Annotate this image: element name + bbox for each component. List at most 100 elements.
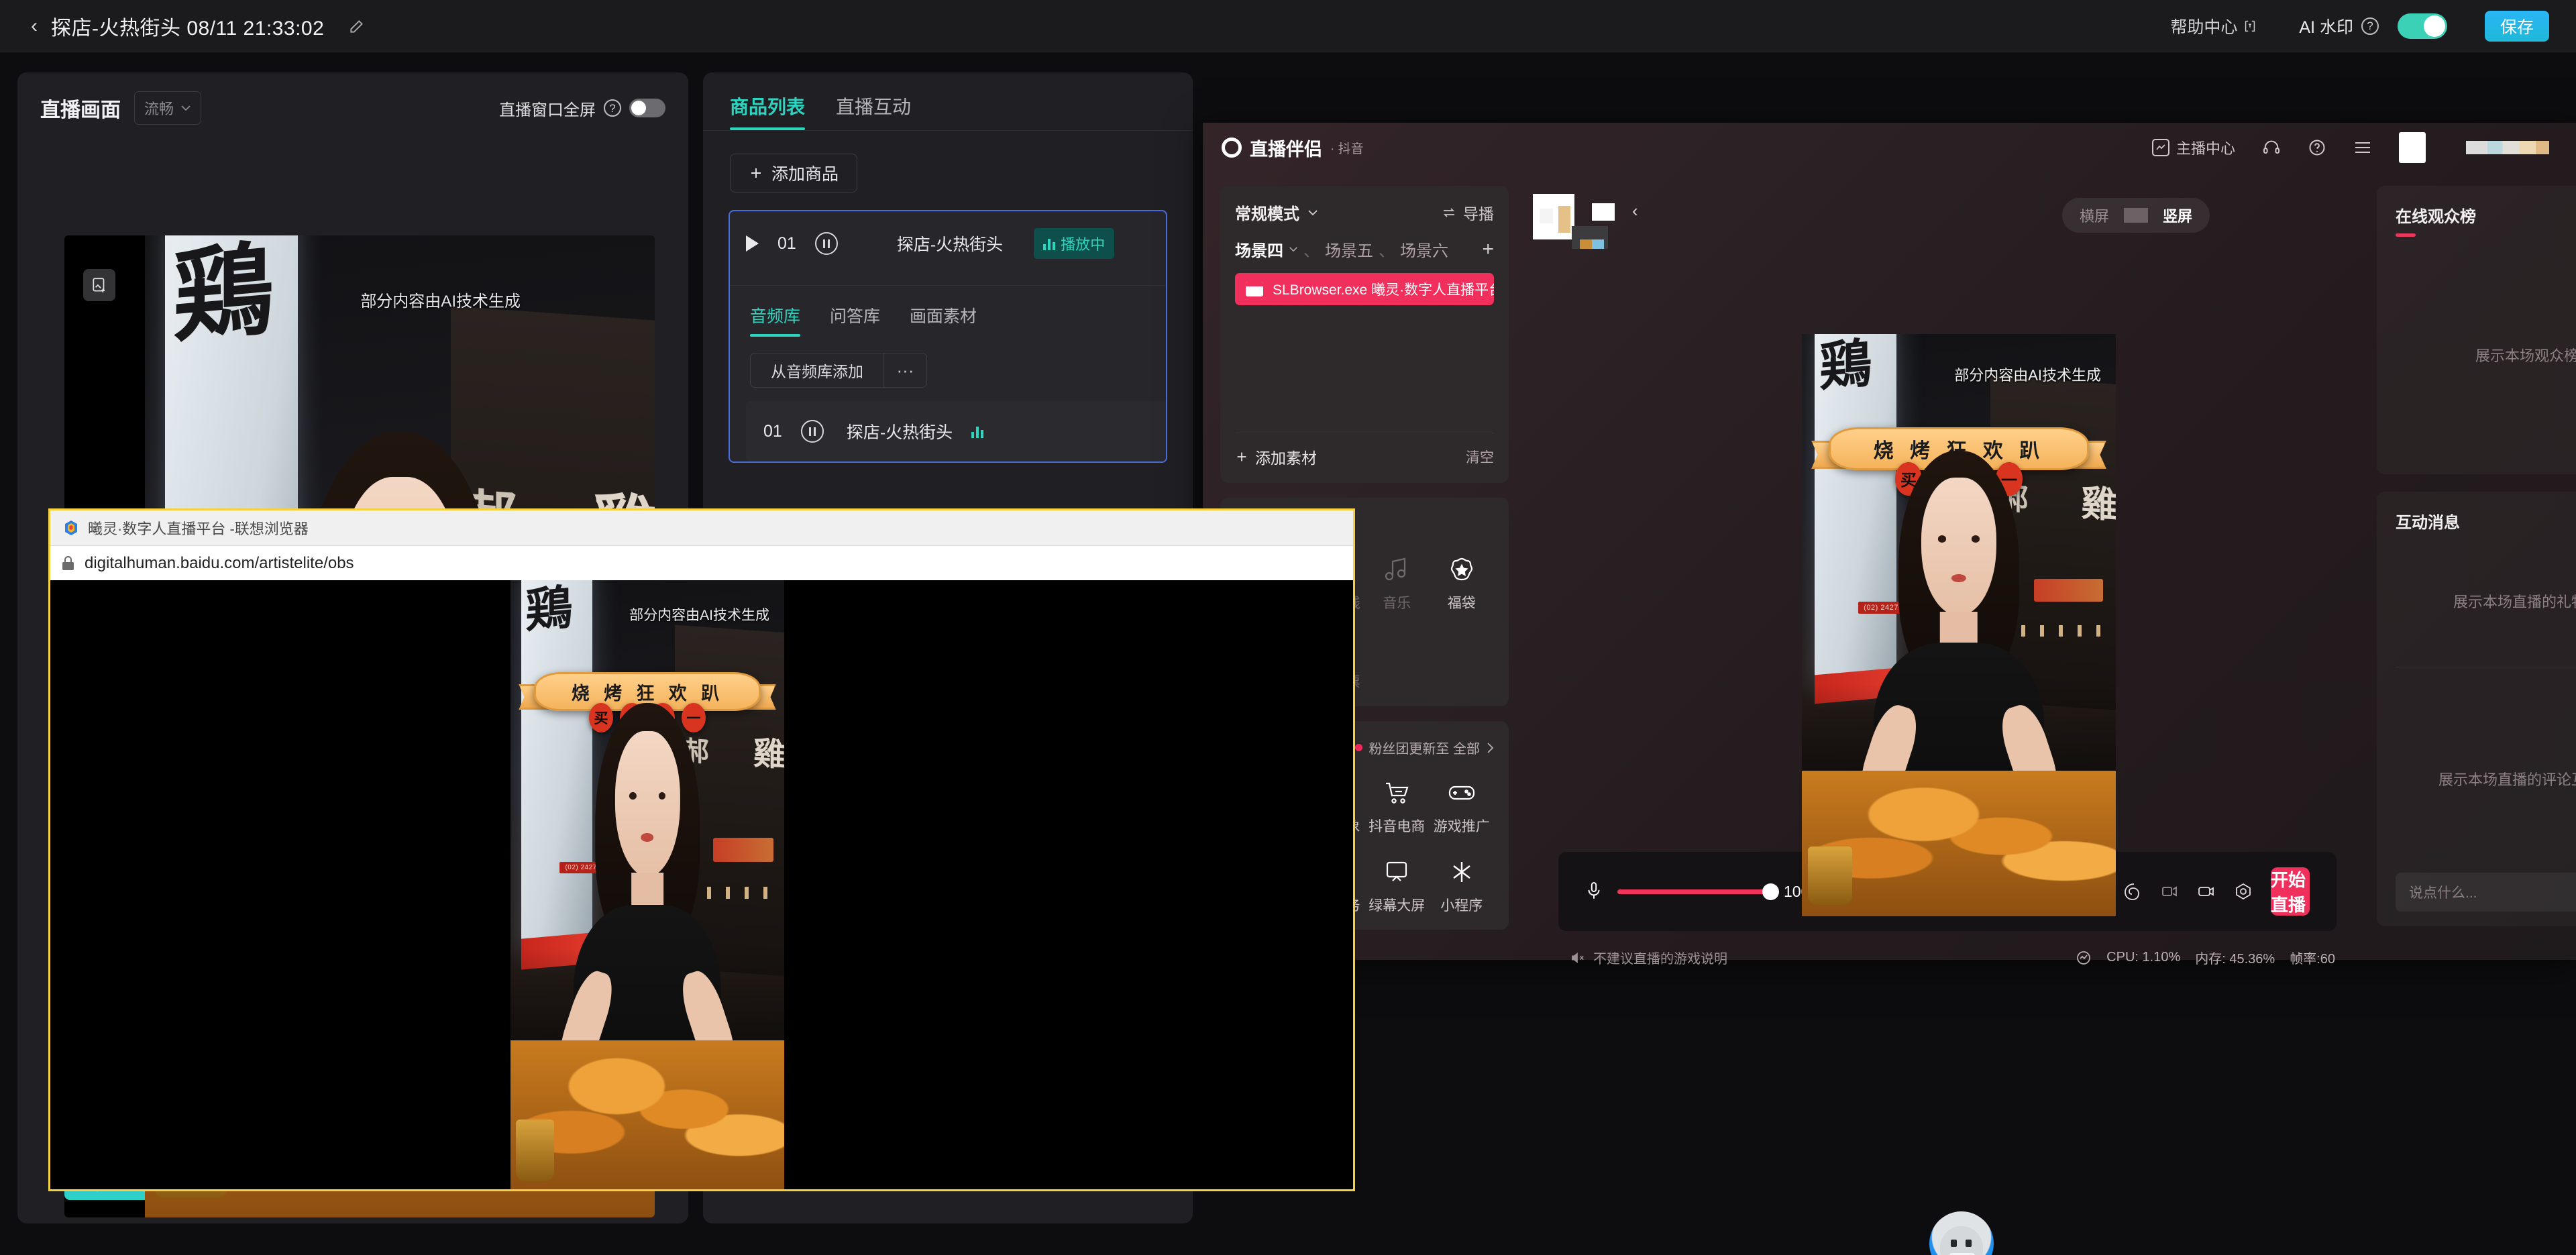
active-underline: [2396, 233, 2416, 237]
director-label: 导播: [1463, 205, 1494, 223]
pencil-icon[interactable]: [348, 17, 366, 35]
orientation-switch: 横屏 竖屏: [2061, 198, 2210, 233]
comment-input[interactable]: 说点什么...: [2396, 873, 2576, 912]
live-companion-window: 直播伴侣 · 抖音 主播中心 常规模式 导播 场景四 、 场景五 、 场景六 +…: [1203, 123, 2576, 967]
save-label: 保存: [2500, 17, 2534, 37]
sign-char: 鶏: [173, 235, 274, 357]
scene-tab-4[interactable]: 场景四: [1235, 237, 1283, 261]
question-circle-icon[interactable]: [2308, 138, 2326, 157]
question-circle-icon[interactable]: ?: [2361, 17, 2379, 35]
game-warning-label: 不建议直播的游戏说明: [1593, 952, 1727, 967]
add-from-audio-library-button[interactable]: 从音频库添加: [751, 353, 883, 387]
ring-logo-icon: [1222, 138, 1242, 158]
pause-circle-icon[interactable]: [814, 232, 838, 255]
notification-dot: [1355, 744, 1363, 751]
source-item-slbrowser[interactable]: SLBrowser.exe 曦灵·数字人直播平台 -...: [1235, 273, 1494, 305]
quality-select[interactable]: 流畅: [134, 91, 202, 125]
scene-thumbnail-secondary[interactable]: [1592, 203, 1615, 221]
equalizer-icon: [1043, 237, 1056, 250]
product-card[interactable]: 01 探店-火热街头 播放中 音频库 问答库 画面素材 从音频库添加 ··· 0…: [729, 210, 1167, 463]
director-button[interactable]: 导播: [1442, 201, 1494, 224]
tab-live-interaction[interactable]: 直播互动: [836, 93, 911, 130]
tab-audio-library[interactable]: 音频库: [750, 303, 801, 337]
lenovo-browser-window: 曦灵·数字人直播平台 -联想浏览器 digitalhuman.baidu.com…: [48, 508, 1355, 1191]
ai-generated-note: 部分内容由AI技术生成: [360, 292, 521, 311]
source-list-empty-area: [1235, 305, 1494, 433]
tab-visual-assets[interactable]: 画面素材: [910, 303, 977, 337]
speaker-off-icon: [1570, 951, 1585, 965]
window-icon: [1246, 282, 1263, 296]
mode-row: 常规模式 导播: [1235, 201, 1494, 224]
play-icon[interactable]: [746, 235, 759, 252]
lock-icon: [62, 556, 74, 570]
hamburger-menu-icon[interactable]: [2353, 140, 2372, 155]
tool-green-screen[interactable]: 绿幕大屏: [1364, 859, 1430, 915]
fullscreen-control: 直播窗口全屏 ?: [499, 97, 665, 120]
scene-thumbnail-primary[interactable]: [1533, 194, 1574, 239]
scene-tab-5[interactable]: 场景五: [1325, 237, 1373, 261]
help-center-link[interactable]: 帮助中心: [2170, 14, 2257, 38]
tab-qa-library[interactable]: 问答库: [830, 303, 880, 337]
add-product-button[interactable]: 添加商品: [730, 154, 857, 193]
audio-more-button[interactable]: ···: [883, 353, 926, 387]
companion-preview[interactable]: 部分内容由AI技术生成 鶏 雞郝 (02) 2427-1278 烧 烤 狂 欢 …: [1802, 334, 2116, 916]
add-source-label: 添加素材: [1255, 449, 1317, 467]
online-audience-title: 在线观众榜: [2396, 208, 2476, 226]
source-item-label: SLBrowser.exe 曦灵·数字人直播平台 -...: [1273, 282, 1494, 298]
street-food-scene: 鶏 雞郝 (02) 2427-1278 烧 烤 狂 欢 趴 买一 送一: [511, 580, 784, 1189]
comment-messages-placeholder: 展示本场直播的评论互动消息: [2438, 771, 2576, 788]
clear-sources-button[interactable]: 清空: [1466, 447, 1494, 467]
interactive-item-lucky-bag[interactable]: 福袋: [1430, 556, 1495, 612]
mode-select[interactable]: 常规模式: [1235, 201, 1318, 224]
beauty-icon[interactable]: [2121, 881, 2141, 902]
tab-product-list[interactable]: 商品列表: [730, 93, 806, 130]
orientation-portrait[interactable]: 竖屏: [2151, 205, 2204, 226]
back-button[interactable]: ‹: [31, 15, 38, 36]
scene-thumbnail-caret[interactable]: ‹: [1632, 201, 1638, 221]
assistant-bubble-icon[interactable]: [1929, 1211, 1994, 1255]
browser-titlebar: 曦灵·数字人直播平台 -联想浏览器: [50, 510, 1353, 545]
url-text: digitalhuman.baidu.com/artistelite/obs: [85, 553, 354, 572]
multi-cam-icon[interactable]: [2158, 881, 2178, 902]
scene-tab-6[interactable]: 场景六: [1400, 237, 1448, 261]
microphone-icon[interactable]: [1585, 881, 1603, 902]
chevron-down-icon[interactable]: [1289, 246, 1298, 252]
settings-target-icon[interactable]: [2233, 881, 2253, 902]
fullscreen-toggle[interactable]: [629, 99, 665, 117]
tool-douyin-ecommerce[interactable]: 抖音电商: [1364, 779, 1430, 836]
account-name-redacted: [2466, 141, 2549, 154]
start-live-button[interactable]: 开始直播: [2270, 867, 2310, 916]
mic-volume-slider[interactable]: 100%: [1617, 883, 1823, 901]
orientation-landscape[interactable]: 横屏: [2068, 205, 2121, 226]
anchor-center-button[interactable]: 主播中心: [2151, 137, 2235, 158]
avatar[interactable]: [2399, 132, 2426, 163]
pause-circle-icon[interactable]: [800, 420, 824, 443]
quality-value: 流畅: [144, 101, 174, 117]
cpu-stat: CPU: 1.10%: [2106, 950, 2181, 965]
headset-icon[interactable]: [2262, 138, 2281, 157]
tool-game-promotion[interactable]: 游戏推广: [1430, 779, 1495, 836]
interactive-item-music[interactable]: 音乐: [1364, 556, 1430, 612]
tool-label: 小程序: [1440, 898, 1483, 914]
add-image-icon[interactable]: [83, 269, 115, 301]
camera-icon[interactable]: [2196, 881, 2216, 902]
plus-icon[interactable]: +: [1482, 238, 1494, 261]
save-button[interactable]: 保存: [2485, 10, 2549, 42]
add-source-button[interactable]: 添加素材: [1235, 445, 1317, 468]
page-title: 探店-火热街头 08/11 21:33:02: [51, 17, 325, 40]
top-bar-right: 帮助中心 AI 水印 ? 保存: [2170, 10, 2576, 42]
status-badge: 播放中: [1034, 228, 1115, 259]
ai-watermark-toggle[interactable]: [2398, 13, 2447, 39]
game-warning[interactable]: 不建议直播的游戏说明: [1570, 948, 1727, 967]
browser-content: 部分内容由AI技术生成 鶏 雞郝 (02) 2427-1278 烧 烤 狂 欢 …: [50, 580, 1353, 1189]
mode-label: 常规模式: [1235, 205, 1299, 223]
browser-address-bar[interactable]: digitalhuman.baidu.com/artistelite/obs: [50, 545, 1353, 580]
companion-title: 直播伴侣: [1250, 139, 1322, 160]
list-item[interactable]: 01 探店-火热街头: [746, 401, 1166, 461]
tool-mini-program[interactable]: 小程序: [1430, 859, 1495, 915]
equalizer-icon: [971, 425, 984, 438]
question-circle-icon[interactable]: ?: [604, 99, 621, 117]
live-preview-header: 直播画面 流畅 直播窗口全屏 ?: [17, 72, 688, 125]
fullscreen-label: 直播窗口全屏: [499, 101, 596, 119]
fan-club-update-link[interactable]: 粉丝团更新至 全部: [1355, 738, 1494, 757]
